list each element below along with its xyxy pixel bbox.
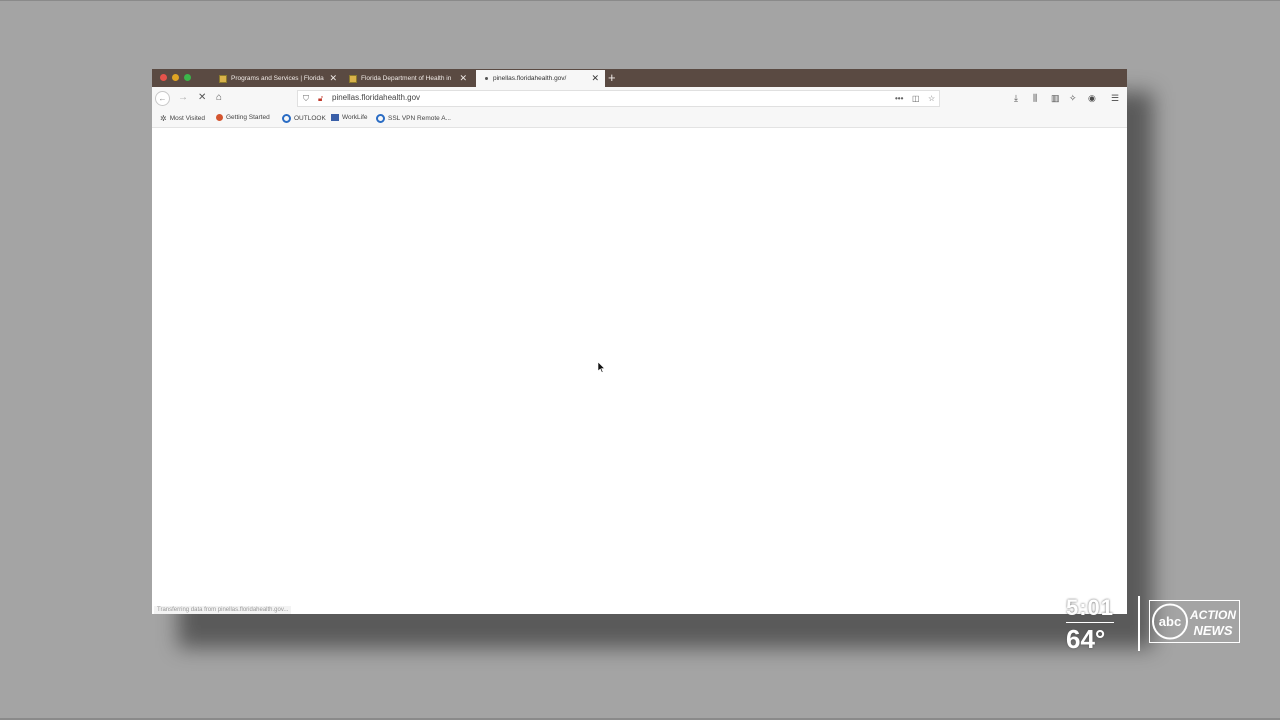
bookmark-star-icon[interactable]: ☆	[928, 93, 935, 104]
plus-icon[interactable]: +	[608, 70, 616, 86]
worklife-icon	[331, 114, 339, 121]
minimize-window-button[interactable]	[172, 74, 179, 81]
svg-text:abc: abc	[1159, 614, 1181, 629]
page-content[interactable]: Transferring data from pinellas.floridah…	[152, 128, 1127, 614]
stop-loading-icon[interactable]: ✕	[198, 91, 206, 105]
bookmark-getting-started[interactable]: Getting Started	[216, 114, 270, 121]
bookmark-most-visited[interactable]: ✲ Most Visited	[160, 114, 205, 123]
svg-text:ACTION: ACTION	[1189, 608, 1236, 622]
bookmark-outlook[interactable]: OUTLOOK	[282, 114, 326, 123]
gear-icon: ✲	[160, 114, 167, 123]
firefox-icon	[216, 114, 223, 121]
menu-hamburger-icon[interactable]: ☰	[1111, 92, 1119, 104]
ring-icon	[376, 114, 385, 123]
download-icon[interactable]: ⤓	[1014, 92, 1018, 104]
bookmark-ssl-vpn[interactable]: SSL VPN Remote A...	[376, 114, 451, 123]
ring-icon	[282, 114, 291, 123]
bookmark-label: Most Visited	[169, 115, 205, 122]
browser-window: Programs and Services | Florida ✕ Florid…	[152, 69, 1127, 614]
overlay-divider	[1066, 622, 1114, 623]
sidebar-icon[interactable]: ▥	[1051, 92, 1060, 104]
address-bar[interactable]: ⛉ 🔓︎ pinellas.floridahealth.gov ••• ◫ ☆	[297, 90, 940, 107]
close-tab-icon[interactable]: ✕	[329, 73, 337, 83]
navigation-toolbar: ← → ✕ ⌂ ⛉ 🔓︎ pinellas.floridahealth.gov …	[152, 87, 1127, 111]
home-icon[interactable]: ⌂	[216, 91, 222, 105]
loading-dot-icon	[485, 77, 488, 80]
favicon-icon	[349, 74, 357, 83]
insecure-lock-icon[interactable]: 🔓︎	[318, 93, 323, 104]
svg-text:NEWS: NEWS	[1194, 623, 1233, 638]
broadcast-time: 5:01	[1066, 595, 1115, 620]
tab-strip: Programs and Services | Florida ✕ Florid…	[152, 69, 1127, 87]
abc-action-news-logo: abc ACTION NEWS	[1149, 600, 1240, 643]
tab-florida-doh[interactable]: Florida Department of Health in ✕	[343, 70, 473, 87]
library-icon[interactable]: ⫼	[1033, 92, 1037, 104]
maximize-window-button[interactable]	[184, 74, 191, 81]
favicon-icon	[219, 74, 227, 83]
back-arrow-icon[interactable]: ←	[155, 91, 170, 106]
tab-label: pinellas.floridahealth.gov/	[493, 75, 567, 82]
tab-programs-services[interactable]: Programs and Services | Florida ✕	[213, 70, 343, 87]
overlay-vertical-divider	[1138, 596, 1140, 651]
status-bar-text: Transferring data from pinellas.floridah…	[154, 606, 292, 614]
tracking-shield-icon[interactable]: ⛉	[303, 93, 309, 104]
close-tab-icon[interactable]: ✕	[591, 73, 599, 83]
mouse-cursor-icon	[598, 362, 606, 373]
bookmark-label: WorkLife	[342, 114, 368, 121]
url-text[interactable]: pinellas.floridahealth.gov	[332, 93, 420, 102]
broadcast-temperature: 64°	[1066, 624, 1106, 654]
bookmark-worklife[interactable]: WorkLife	[331, 114, 368, 121]
bookmarks-toolbar: ✲ Most Visited Getting Started OUTLOOK W…	[152, 111, 1127, 128]
bookmark-label: SSL VPN Remote A...	[388, 115, 451, 122]
extension-icon[interactable]: ✧	[1069, 92, 1077, 104]
bookmark-label: Getting Started	[226, 114, 270, 121]
forward-arrow-icon[interactable]: →	[178, 91, 188, 105]
page-actions-icon[interactable]: •••	[895, 93, 903, 104]
pocket-icon[interactable]: ◫	[912, 93, 920, 104]
tab-label: Florida Department of Health in	[361, 75, 452, 82]
tab-label: Programs and Services | Florida	[231, 75, 324, 82]
bookmark-label: OUTLOOK	[294, 115, 326, 122]
tab-pinellas-active[interactable]: pinellas.floridahealth.gov/ ✕	[476, 70, 605, 87]
account-icon[interactable]: ◉	[1088, 92, 1096, 104]
close-window-button[interactable]	[160, 74, 167, 81]
close-tab-icon[interactable]: ✕	[459, 73, 467, 83]
